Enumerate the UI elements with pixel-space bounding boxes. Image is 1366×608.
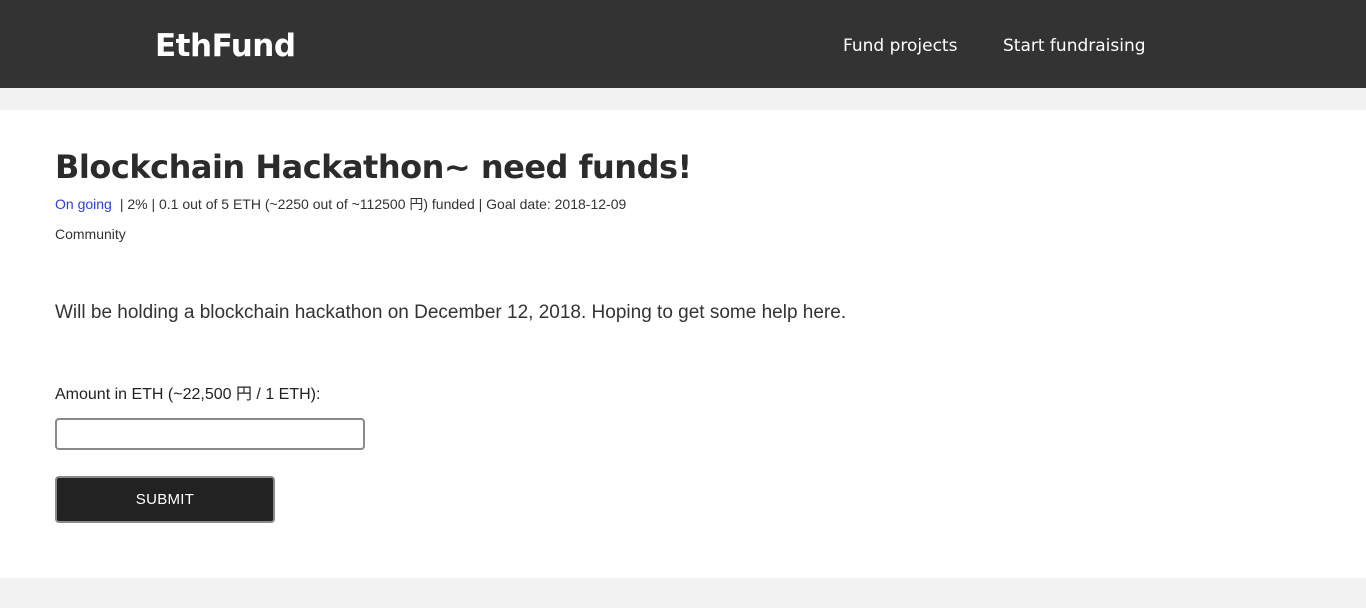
navbar: EthFund Fund projects Start fundraising: [0, 0, 1366, 88]
project-description: Will be holding a blockchain hackathon o…: [55, 302, 847, 323]
project-card: Blockchain Hackathon~ need funds! On goi…: [0, 110, 1366, 578]
nav-start-fundraising-link[interactable]: Start fundraising: [1003, 35, 1146, 57]
project-meta: On going | 2% | 0.1 out of 5 ETH (~2250 o…: [55, 195, 626, 213]
project-category: Community: [55, 226, 126, 242]
status-link[interactable]: On going: [55, 196, 112, 212]
amount-input[interactable]: [55, 418, 365, 450]
amount-label: Amount in ETH (~22,500 円 / 1 ETH):: [55, 386, 321, 403]
project-title: Blockchain Hackathon~ need funds!: [55, 148, 692, 186]
brand-logo[interactable]: EthFund: [155, 26, 296, 66]
nav-fund-projects-link[interactable]: Fund projects: [843, 35, 957, 57]
funding-summary: | 2% | 0.1 out of 5 ETH (~2250 out of ~1…: [119, 196, 627, 212]
submit-button[interactable]: SUBMIT: [55, 476, 275, 523]
